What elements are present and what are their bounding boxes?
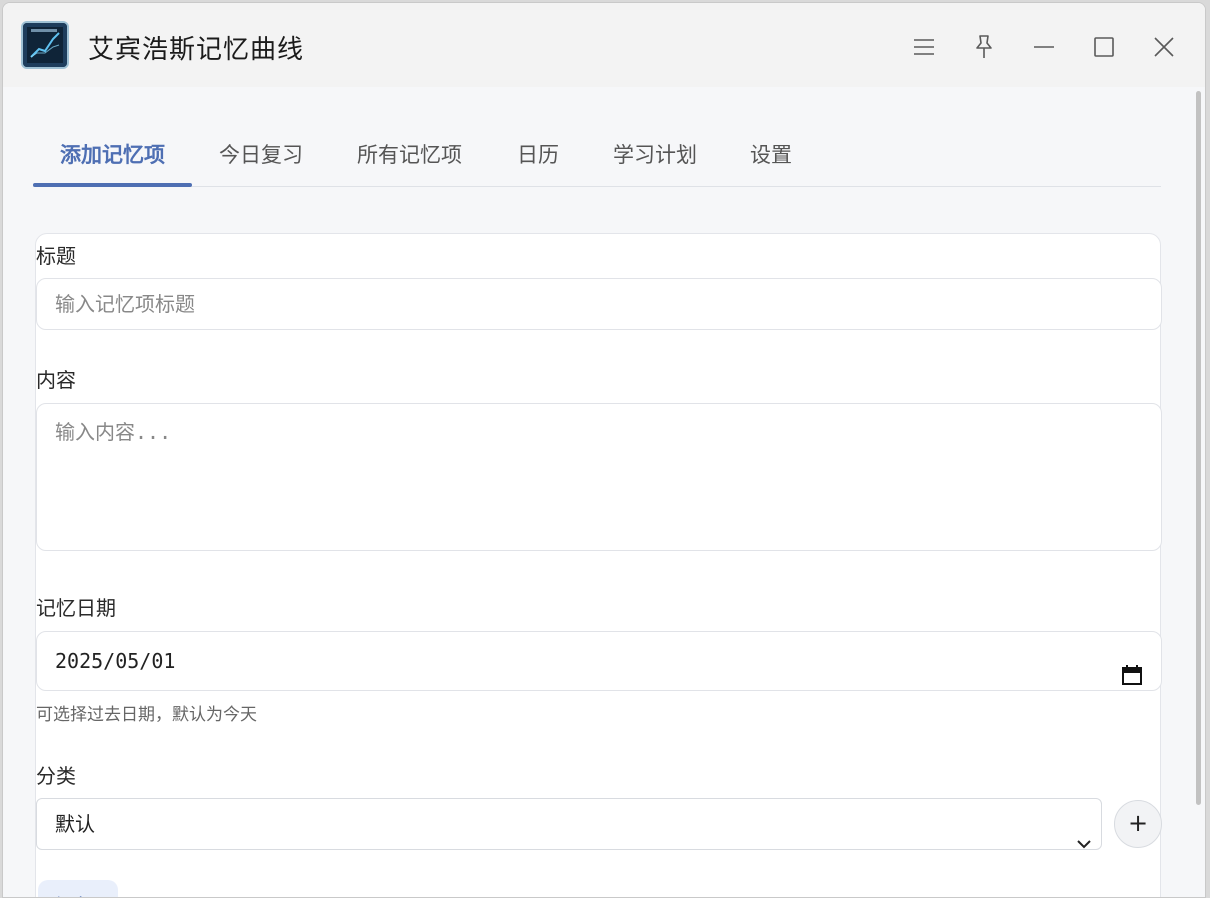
chevron-down-icon [1077, 817, 1091, 849]
pin-icon[interactable] [962, 25, 1006, 69]
category-select[interactable]: 默认 [36, 798, 1102, 850]
main-content: 添加记忆项 今日复习 所有记忆项 日历 学习计划 设置 标题 输入记忆项标题 内… [3, 87, 1205, 897]
title-placeholder: 输入记忆项标题 [55, 292, 195, 316]
title-label: 标题 [36, 244, 76, 268]
add-category-button[interactable]: + [1114, 800, 1162, 848]
date-value: 2025/05/01 [55, 649, 176, 673]
date-input[interactable]: 2025/05/01 [36, 631, 1162, 691]
tab-calendar[interactable]: 日历 [517, 139, 559, 169]
title-bar[interactable]: 艾宾浩斯记忆曲线 [3, 3, 1205, 87]
app-title: 艾宾浩斯记忆曲线 [88, 35, 305, 65]
date-hint: 可选择过去日期，默认为今天 [36, 705, 257, 725]
content-placeholder: 输入内容... [55, 420, 172, 444]
tab-study-plan[interactable]: 学习计划 [613, 139, 697, 169]
tab-bar: 添加记忆项 今日复习 所有记忆项 日历 学习计划 设置 [33, 123, 1161, 187]
vertical-scrollbar[interactable] [1196, 91, 1201, 805]
active-tab-indicator [33, 183, 192, 187]
category-label: 分类 [36, 764, 76, 788]
minimize-icon[interactable] [1022, 25, 1066, 69]
tab-add-item[interactable]: 添加记忆项 [60, 139, 165, 169]
app-window: 艾宾浩斯记忆曲线 添加记忆项 今日复习 所有记忆项 日历 学习计划 设置 标题 … [2, 2, 1206, 898]
tab-today-review[interactable]: 今日复习 [219, 139, 303, 169]
content-textarea[interactable]: 输入内容... [36, 403, 1162, 551]
calendar-icon[interactable] [1121, 650, 1143, 685]
tab-settings[interactable]: 设置 [750, 139, 792, 169]
app-logo-icon [21, 21, 69, 69]
maximize-icon[interactable] [1082, 25, 1126, 69]
close-icon[interactable] [1142, 25, 1186, 69]
title-input[interactable]: 输入记忆项标题 [36, 278, 1162, 330]
submit-button[interactable]: 添加 [38, 880, 118, 897]
date-label: 记忆日期 [36, 596, 116, 620]
category-value: 默认 [55, 812, 95, 836]
menu-icon[interactable] [902, 25, 946, 69]
tab-all-items[interactable]: 所有记忆项 [357, 139, 462, 169]
content-label: 内容 [36, 368, 76, 392]
add-item-form: 标题 输入记忆项标题 内容 输入内容... 记忆日期 2025/05/01 可选… [35, 233, 1162, 897]
